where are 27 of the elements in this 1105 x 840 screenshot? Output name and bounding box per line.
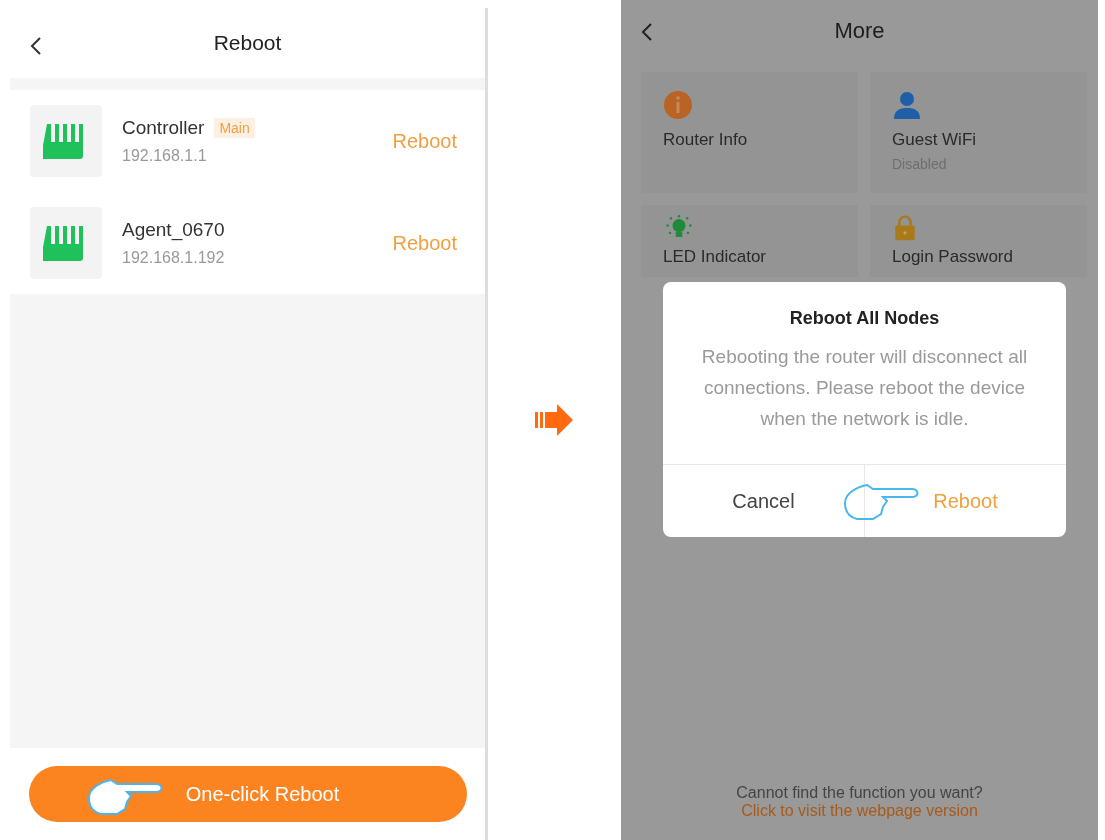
lock-icon bbox=[892, 215, 918, 241]
back-icon[interactable] bbox=[641, 22, 653, 42]
device-ip: 192.168.1.1 bbox=[122, 147, 208, 165]
cancel-button[interactable]: Cancel bbox=[663, 465, 864, 537]
card-label: Router Info bbox=[663, 130, 749, 150]
main-tag: Main bbox=[214, 118, 255, 138]
card-label: LED Indicator bbox=[663, 247, 767, 267]
screen-title: More bbox=[834, 18, 885, 44]
arrow-icon bbox=[534, 402, 575, 438]
feature-card[interactable]: Login Password bbox=[870, 205, 1087, 277]
dialog-title: Reboot All Nodes bbox=[788, 308, 941, 329]
back-icon[interactable] bbox=[30, 36, 42, 56]
device-ip: 192.168.1.192 bbox=[122, 249, 226, 267]
person-icon bbox=[892, 90, 922, 120]
device-name: Controller bbox=[122, 117, 205, 139]
card-label: Login Password bbox=[892, 247, 1014, 267]
info-icon bbox=[663, 90, 693, 120]
pointing-hand-icon bbox=[86, 776, 163, 816]
device-name: Agent_0670 bbox=[122, 219, 225, 241]
pointing-hand-icon bbox=[843, 481, 919, 521]
feature-card[interactable]: LED Indicator bbox=[641, 205, 858, 277]
screen-title: Reboot bbox=[213, 31, 282, 55]
dialog-message: Rebooting the router will disconnect all connections. Please reboot the device when the network is idle. bbox=[700, 345, 1029, 431]
footer-note: Cannot find the function you want? Click to visit the webpage version bbox=[735, 784, 984, 821]
card-label: Guest WiFi bbox=[892, 130, 978, 150]
one-click-reboot-button[interactable]: One-click Reboot bbox=[28, 766, 467, 822]
feature-card[interactable]: Router Info bbox=[641, 72, 858, 193]
